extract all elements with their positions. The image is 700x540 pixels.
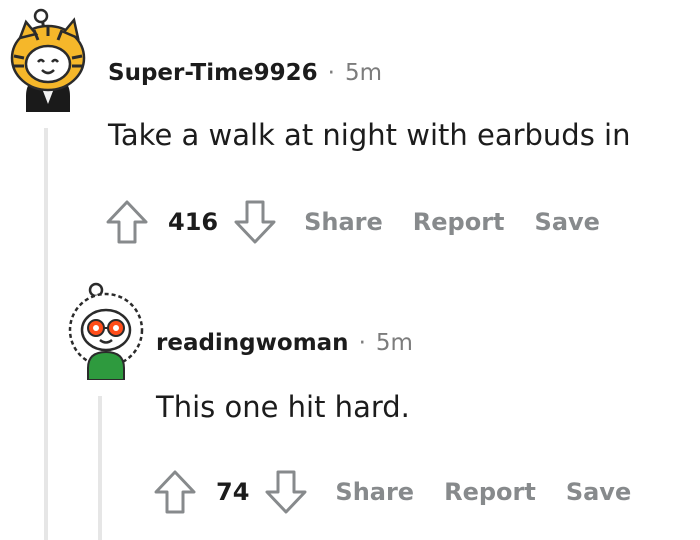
meta-separator: · bbox=[358, 330, 366, 356]
username[interactable]: Super-Time9926 bbox=[108, 60, 318, 86]
report-button[interactable]: Report bbox=[444, 478, 536, 506]
username[interactable]: readingwoman bbox=[156, 330, 349, 356]
thread-line-comment-2[interactable] bbox=[98, 396, 102, 540]
comment-body: Take a walk at night with earbuds in bbox=[108, 118, 631, 152]
meta-separator: · bbox=[327, 60, 335, 86]
timestamp[interactable]: 5m bbox=[345, 60, 382, 86]
vote-score: 74 bbox=[216, 478, 250, 506]
arrow-down-outline-icon bbox=[265, 470, 307, 514]
avatar[interactable] bbox=[4, 8, 88, 112]
share-button[interactable]: Share bbox=[335, 478, 414, 506]
downvote-button[interactable] bbox=[263, 468, 309, 516]
arrow-down-outline-icon bbox=[234, 200, 276, 244]
report-button[interactable]: Report bbox=[413, 208, 505, 236]
user-avatar-icon bbox=[10, 8, 86, 112]
save-button[interactable]: Save bbox=[566, 478, 631, 506]
comment-meta: readingwoman · 5m bbox=[156, 330, 413, 356]
upvote-button[interactable] bbox=[152, 468, 198, 516]
arrow-up-outline-icon bbox=[106, 200, 148, 244]
arrow-up-outline-icon bbox=[154, 470, 196, 514]
upvote-button[interactable] bbox=[104, 198, 150, 246]
comment-body: This one hit hard. bbox=[156, 390, 410, 424]
comment-actions: 74 Share Report Save bbox=[152, 466, 631, 518]
timestamp[interactable]: 5m bbox=[376, 330, 413, 356]
thread-line-comment-1[interactable] bbox=[44, 128, 48, 540]
save-button[interactable]: Save bbox=[535, 208, 600, 236]
downvote-button[interactable] bbox=[232, 198, 278, 246]
vote-score: 416 bbox=[168, 208, 219, 236]
share-button[interactable]: Share bbox=[304, 208, 383, 236]
avatar[interactable] bbox=[62, 282, 146, 381]
comment-actions: 416 Share Report Save bbox=[104, 196, 600, 248]
comment-meta: Super-Time9926 · 5m bbox=[108, 60, 382, 86]
user-avatar-icon bbox=[68, 282, 144, 381]
